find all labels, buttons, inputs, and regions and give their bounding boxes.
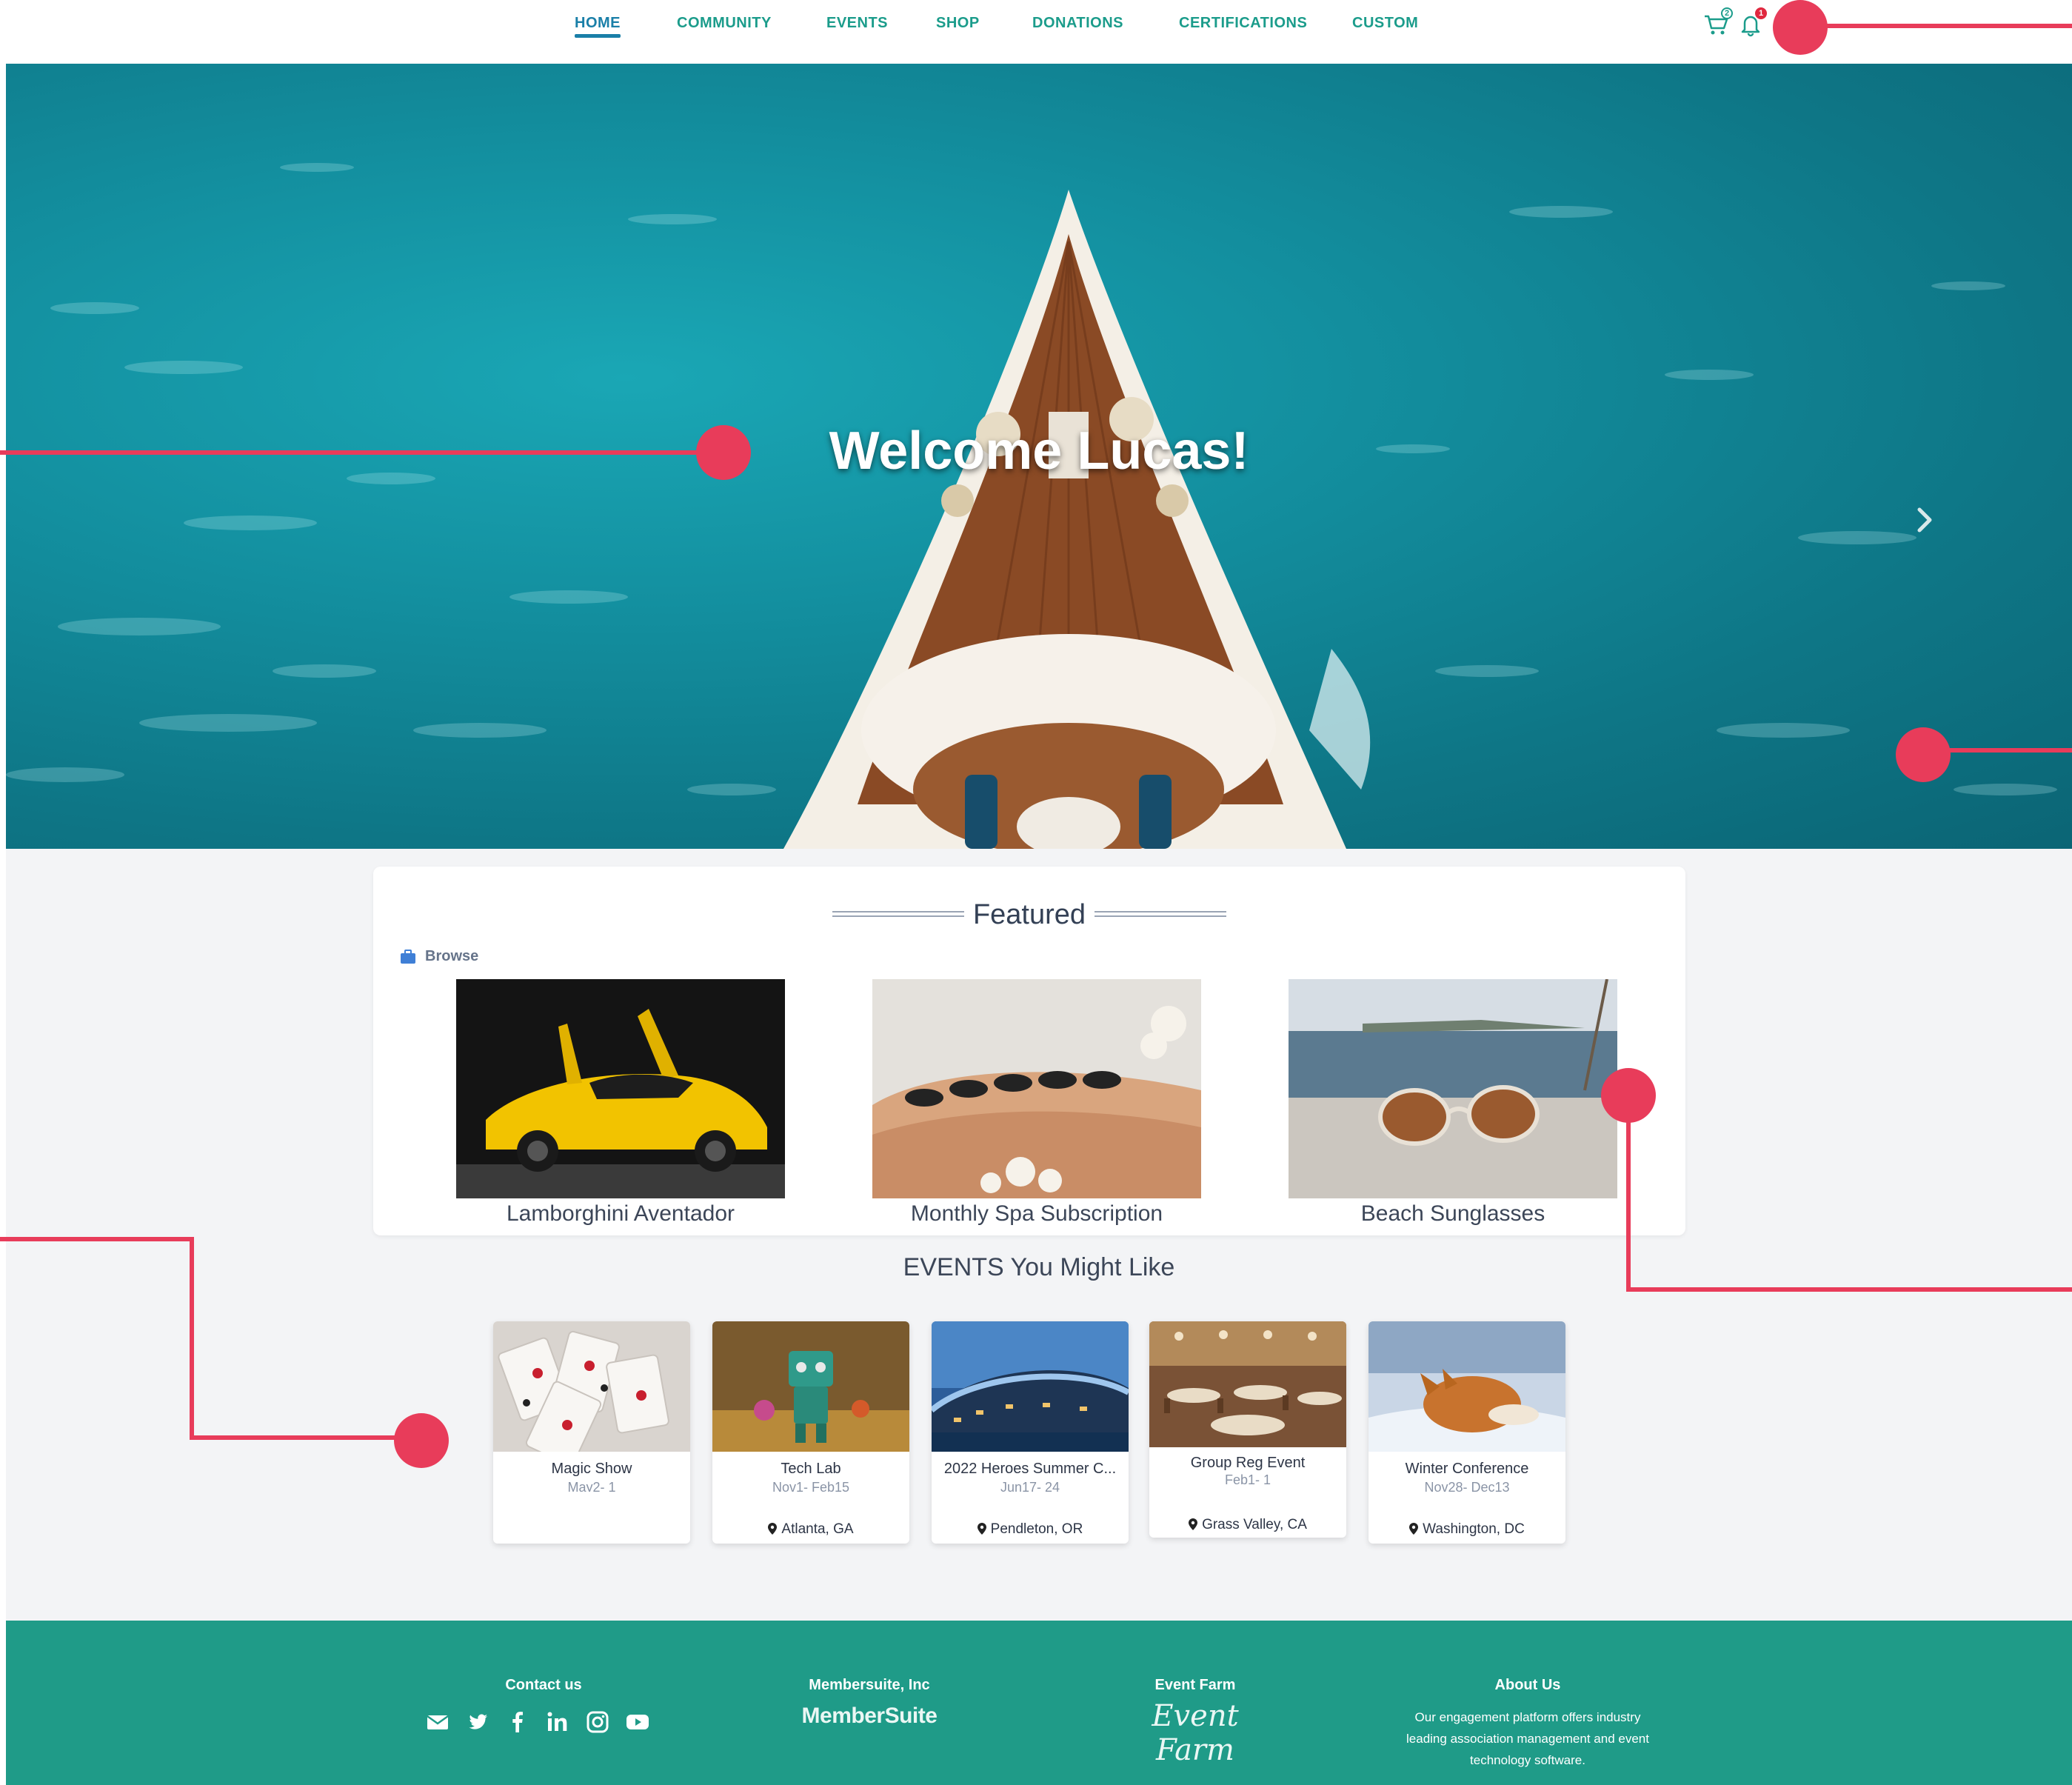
callout-dot <box>696 425 751 480</box>
event-location: Washington, DC <box>1368 1521 1565 1538</box>
sunglasses-image <box>1289 979 1617 1198</box>
event-date: Nov28- Dec13 <box>1424 1480 1510 1492</box>
event-location: Grass Valley, CA <box>1149 1517 1346 1533</box>
nav-certifications[interactable]: CERTIFICATIONS <box>1179 15 1307 32</box>
cart-count-badge: 2 <box>1721 7 1733 19</box>
featured-item-label: Monthly Spa Subscription <box>910 1201 1163 1226</box>
event-location-text: Washington, DC <box>1423 1521 1525 1537</box>
events-section-title: EVENTS You Might Like <box>903 1253 1175 1281</box>
event-name: Tech Lab <box>781 1461 841 1477</box>
about-heading: About Us <box>1494 1677 1561 1693</box>
map-pin-icon <box>768 1523 778 1535</box>
event-name: Magic Show <box>551 1461 632 1477</box>
notification-count-badge: 1 <box>1755 7 1767 19</box>
top-navigation: HOME COMMUNITY EVENTS SHOP DONATIONS CER… <box>6 0 2072 64</box>
toy-robot-image <box>712 1321 909 1452</box>
callout-line <box>190 1237 194 1440</box>
callout-line <box>0 1237 194 1241</box>
featured-item-sunglasses[interactable]: Beach Sunglasses <box>1289 979 1617 1227</box>
event-name: 2022 Heroes Summer C... <box>943 1461 1117 1477</box>
event-location-text: Pendleton, OR <box>990 1521 1083 1537</box>
event-card-heroes-summer[interactable]: 2022 Heroes Summer C... Jun17- 24 Pendle… <box>932 1321 1129 1544</box>
eventfarm-heading: Event Farm <box>1154 1677 1236 1693</box>
featured-item-spa[interactable]: Monthly Spa Subscription <box>872 979 1201 1227</box>
event-location-text: Grass Valley, CA <box>1202 1517 1307 1532</box>
linkedin-icon[interactable] <box>545 1709 570 1735</box>
callout-line <box>1626 1287 2072 1292</box>
social-links <box>425 1709 650 1735</box>
callout-line <box>0 450 723 455</box>
stadium-image <box>932 1321 1129 1452</box>
youtube-icon[interactable] <box>625 1709 650 1735</box>
callout-dot <box>394 1413 449 1468</box>
event-location: Atlanta, GA <box>712 1521 909 1538</box>
featured-item-label: Beach Sunglasses <box>1360 1201 1545 1226</box>
event-card-group-reg[interactable]: Group Reg Event Feb1- 1 Grass Valley, CA <box>1149 1321 1346 1538</box>
callout-dot <box>1896 727 1951 782</box>
event-date: May2- 1 <box>567 1480 616 1492</box>
envelope-icon[interactable] <box>425 1709 450 1735</box>
callout-dot <box>1773 0 1828 55</box>
featured-title: Featured <box>972 899 1086 930</box>
nav-events[interactable]: EVENTS <box>826 15 888 32</box>
spa-image <box>872 979 1201 1198</box>
nav-donations[interactable]: DONATIONS <box>1032 15 1123 32</box>
featured-header: Featured <box>373 893 1685 935</box>
browse-link[interactable]: Browse <box>400 948 478 965</box>
event-date: Feb1- 1 <box>1224 1472 1271 1487</box>
event-location-text: Atlanta, GA <box>781 1521 854 1537</box>
nav-home[interactable]: HOME <box>575 15 621 38</box>
event-name: Winter Conference <box>1405 1461 1529 1477</box>
event-location: Pendleton, OR <box>932 1521 1129 1538</box>
featured-item-label: Lamborghini Aventador <box>507 1201 735 1226</box>
banquet-hall-image <box>1149 1321 1346 1447</box>
about-text: Our engagement platform offers industry … <box>1406 1710 1649 1767</box>
nav-shop[interactable]: SHOP <box>936 15 980 32</box>
bell-icon[interactable]: 1 <box>1736 7 1767 39</box>
map-pin-icon <box>1189 1518 1198 1530</box>
chevron-right-icon[interactable] <box>1912 502 1939 538</box>
map-pin-icon <box>977 1523 986 1535</box>
event-card-winter-conference[interactable]: Winter Conference Nov28- Dec13 Washingto… <box>1368 1321 1565 1544</box>
callout-line <box>190 1435 412 1440</box>
facebook-icon[interactable] <box>505 1709 530 1735</box>
featured-panel: Featured Browse Lamborghini Aventador Mo… <box>373 867 1685 1235</box>
event-card-magic-show[interactable]: Magic Show May2- 1 <box>493 1321 690 1544</box>
event-date: Nov1- Feb15 <box>772 1480 850 1492</box>
event-date: Jun17- 24 <box>1000 1480 1060 1492</box>
contact-heading: Contact us <box>505 1677 582 1693</box>
hero-banner: Welcome Lucas! <box>6 64 2072 849</box>
briefcase-icon <box>401 949 415 964</box>
callout-line <box>1799 24 2072 28</box>
playing-cards-image <box>493 1321 690 1452</box>
instagram-icon[interactable] <box>585 1709 610 1735</box>
twitter-icon[interactable] <box>465 1709 490 1735</box>
eventfarm-logo[interactable]: Event Farm <box>1121 1699 1269 1767</box>
membersuite-heading: Membersuite, Inc <box>809 1677 930 1693</box>
car-image <box>456 979 785 1198</box>
callout-line <box>1626 1096 1631 1292</box>
nav-custom[interactable]: CUSTOM <box>1352 15 1418 32</box>
map-pin-icon <box>1409 1523 1419 1535</box>
nav-community[interactable]: COMMUNITY <box>677 15 772 32</box>
event-name: Group Reg Event <box>1190 1455 1306 1471</box>
fox-in-snow-image <box>1368 1321 1565 1452</box>
featured-item-lamborghini[interactable]: Lamborghini Aventador <box>456 979 785 1227</box>
browse-label: Browse <box>425 948 479 964</box>
event-card-tech-lab[interactable]: Tech Lab Nov1- Feb15 Atlanta, GA <box>712 1321 909 1544</box>
footer: Contact us Membersuite, Inc MemberSuite … <box>6 1621 2072 1785</box>
shopping-cart-icon[interactable]: 2 <box>1702 7 1733 39</box>
membersuite-logo[interactable]: MemberSuite <box>795 1704 943 1729</box>
